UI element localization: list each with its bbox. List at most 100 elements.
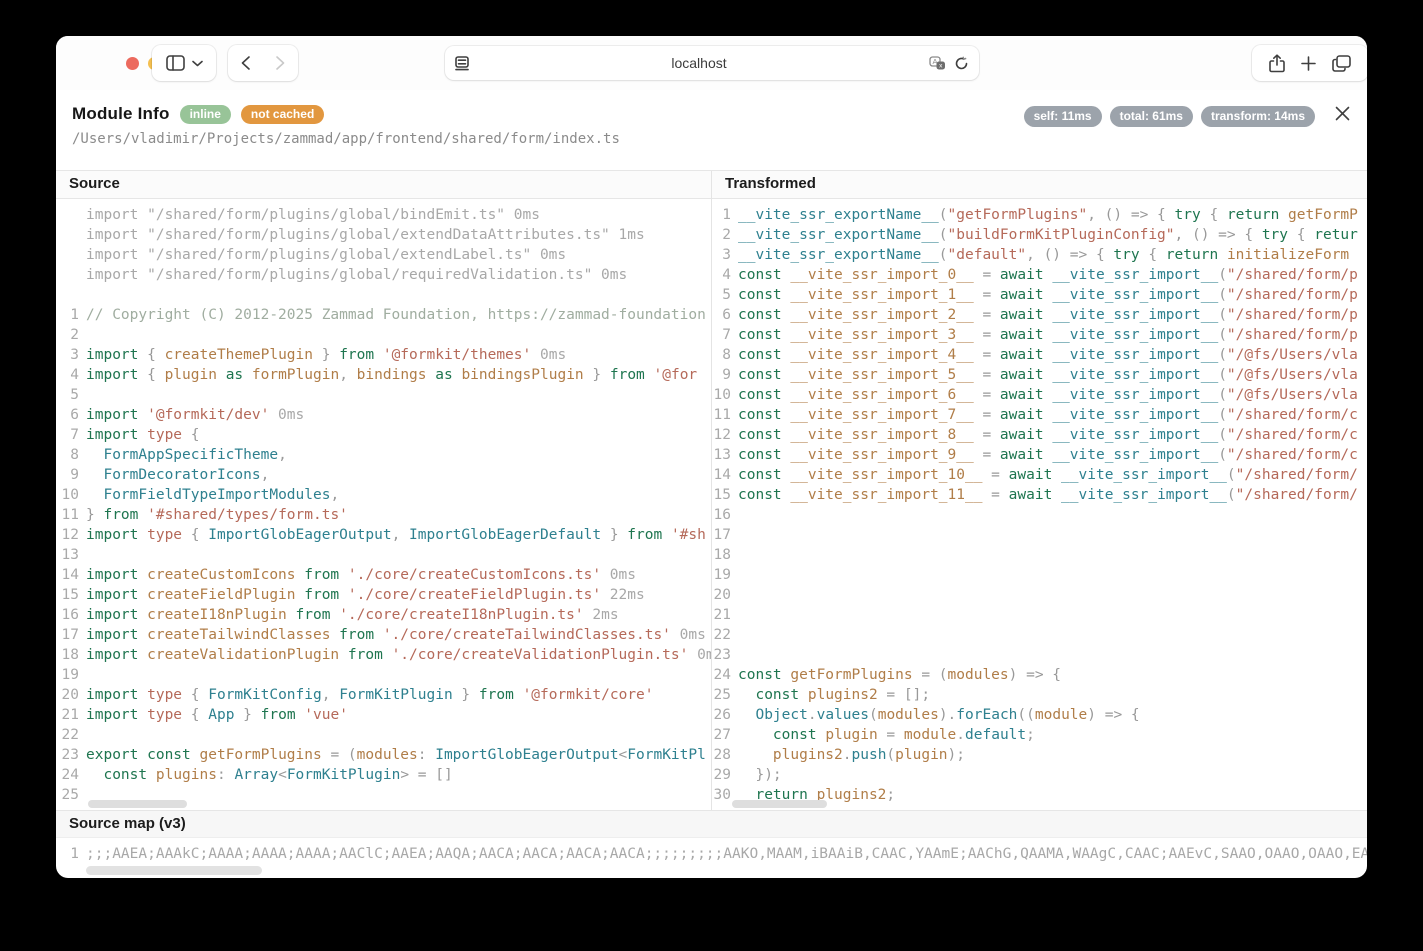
code-line: 24 const plugins: Array<FormKitPlugin> =… (56, 765, 711, 785)
line-number: 13 (712, 445, 738, 465)
line-number (56, 245, 86, 265)
line-number: 12 (56, 525, 86, 545)
code-line-content: // Copyright (C) 2012-2025 Zammad Founda… (86, 305, 706, 325)
address-bar[interactable]: localhost Ax (445, 46, 979, 80)
code-line: 7import type { (56, 425, 711, 445)
code-line-content: export const getFormPlugins = (modules: … (86, 745, 706, 765)
inline-badge: inline (180, 105, 231, 124)
sidebar-toggle-group (152, 45, 216, 81)
new-tab-icon[interactable] (1301, 56, 1316, 71)
close-icon[interactable] (1331, 102, 1353, 124)
timing-total-badge: total: 61ms (1110, 106, 1193, 127)
code-line-content: import { createThemePlugin } from '@form… (86, 345, 566, 365)
line-number: 14 (56, 565, 86, 585)
chevron-down-icon[interactable] (192, 60, 203, 67)
line-number: 17 (56, 625, 86, 645)
code-line: 24const getFormPlugins = (modules) => { (712, 665, 1367, 685)
line-number: 10 (712, 385, 738, 405)
transformed-code-area[interactable]: 1__vite_ssr_exportName__("getFormPlugins… (712, 199, 1367, 810)
code-line: 25 const plugins2 = []; (712, 685, 1367, 705)
translate-icon[interactable]: Ax (929, 56, 946, 71)
source-horizontal-scrollbar[interactable] (88, 800, 187, 808)
code-line-content: __vite_ssr_exportName__("getFormPlugins"… (738, 205, 1358, 225)
line-number: 2 (56, 325, 86, 345)
code-line: 14import createCustomIcons from './core/… (56, 565, 711, 585)
code-line: 17 (712, 525, 1367, 545)
sourcemap-horizontal-scrollbar[interactable] (86, 866, 262, 875)
timing-self-badge: self: 11ms (1024, 106, 1102, 127)
line-number: 2 (712, 225, 738, 245)
line-number (56, 225, 86, 245)
code-line-content: } from '#shared/types/form.ts' (86, 505, 348, 525)
line-number: 4 (56, 365, 86, 385)
code-line-content: import "/shared/form/plugins/global/exte… (86, 225, 645, 245)
code-line: 4import { plugin as formPlugin, bindings… (56, 365, 711, 385)
code-line: 18import createValidationPlugin from './… (56, 645, 711, 665)
code-line: 4const __vite_ssr_import_0__ = await __v… (712, 265, 1367, 285)
code-line-content: plugins2.push(plugin); (738, 745, 965, 765)
code-line: 27 const plugin = module.default; (712, 725, 1367, 745)
code-line: 3import { createThemePlugin } from '@for… (56, 345, 711, 365)
code-line-content: FormFieldTypeImportModules, (86, 485, 339, 505)
line-number: 20 (712, 585, 738, 605)
code-line: 13const __vite_ssr_import_9__ = await __… (712, 445, 1367, 465)
nav-button-group (228, 45, 298, 81)
code-line: 1// Copyright (C) 2012-2025 Zammad Found… (56, 305, 711, 325)
line-number: 1 (56, 305, 86, 325)
code-line-content: }); (738, 765, 782, 785)
line-number: 24 (56, 765, 86, 785)
reload-icon[interactable] (954, 56, 969, 71)
source-panel: Source import "/shared/form/plugins/glob… (56, 171, 711, 810)
code-line-content: const plugins2 = []; (738, 685, 930, 705)
code-line-content: import "/shared/form/plugins/global/requ… (86, 265, 627, 285)
code-line: 21 (712, 605, 1367, 625)
source-panel-title: Source (56, 171, 711, 199)
tab-overview-icon[interactable] (1332, 55, 1351, 72)
sidebar-icon[interactable] (166, 55, 185, 71)
transformed-horizontal-scrollbar[interactable] (732, 800, 827, 808)
code-line: 5const __vite_ssr_import_1__ = await __v… (712, 285, 1367, 305)
code-line: 26 Object.values(modules).forEach((modul… (712, 705, 1367, 725)
code-line-content: import type { App } from 'vue' (86, 705, 348, 725)
code-line-content: const plugin = module.default; (738, 725, 1035, 745)
line-number: 1 (712, 205, 738, 225)
source-code-area[interactable]: import "/shared/form/plugins/global/bind… (56, 199, 711, 810)
code-line: 21import type { App } from 'vue' (56, 705, 711, 725)
code-line: import "/shared/form/plugins/global/requ… (56, 265, 711, 285)
close-window-button[interactable] (126, 57, 139, 70)
share-icon[interactable] (1269, 54, 1285, 73)
line-number: 3 (712, 245, 738, 265)
code-line: 19 (56, 665, 711, 685)
code-line: 15import createFieldPlugin from './core/… (56, 585, 711, 605)
code-line-content: const __vite_ssr_import_9__ = await __vi… (738, 445, 1358, 465)
code-line: 13 (56, 545, 711, 565)
sourcemap-body[interactable]: 1 ;;;AAEA;AAAkC;AAAA;AAAA;AAAA;AAClC;AAE… (56, 838, 1367, 878)
code-line: 2 (56, 325, 711, 345)
code-line-content: const __vite_ssr_import_6__ = await __vi… (738, 385, 1358, 405)
code-line-content: const __vite_ssr_import_1__ = await __vi… (738, 285, 1358, 305)
code-line-content: const __vite_ssr_import_3__ = await __vi… (738, 325, 1358, 345)
line-number: 9 (56, 465, 86, 485)
code-line: 16 (712, 505, 1367, 525)
sourcemap-mappings: ;;;AAEA;AAAkC;AAAA;AAAA;AAAA;AAClC;AAEA;… (86, 844, 1367, 864)
code-line-content: const __vite_ssr_import_4__ = await __vi… (738, 345, 1358, 365)
line-number: 26 (712, 705, 738, 725)
code-line: 12const __vite_ssr_import_8__ = await __… (712, 425, 1367, 445)
code-line-content: __vite_ssr_exportName__("default", () =>… (738, 245, 1349, 265)
code-line: 10const __vite_ssr_import_6__ = await __… (712, 385, 1367, 405)
timing-transform-badge: transform: 14ms (1201, 106, 1315, 127)
line-number: 25 (56, 785, 86, 805)
forward-button[interactable] (263, 45, 298, 81)
line-number: 14 (712, 465, 738, 485)
transformed-panel: Transformed 1__vite_ssr_exportName__("ge… (711, 171, 1367, 810)
line-number: 22 (712, 625, 738, 645)
back-button[interactable] (228, 45, 263, 81)
line-number: 19 (712, 565, 738, 585)
reader-icon[interactable] (455, 56, 469, 71)
line-number: 20 (56, 685, 86, 705)
line-number (56, 205, 86, 225)
code-line: 8 FormAppSpecificTheme, (56, 445, 711, 465)
line-number: 22 (56, 725, 86, 745)
line-number: 8 (56, 445, 86, 465)
line-number: 15 (712, 485, 738, 505)
